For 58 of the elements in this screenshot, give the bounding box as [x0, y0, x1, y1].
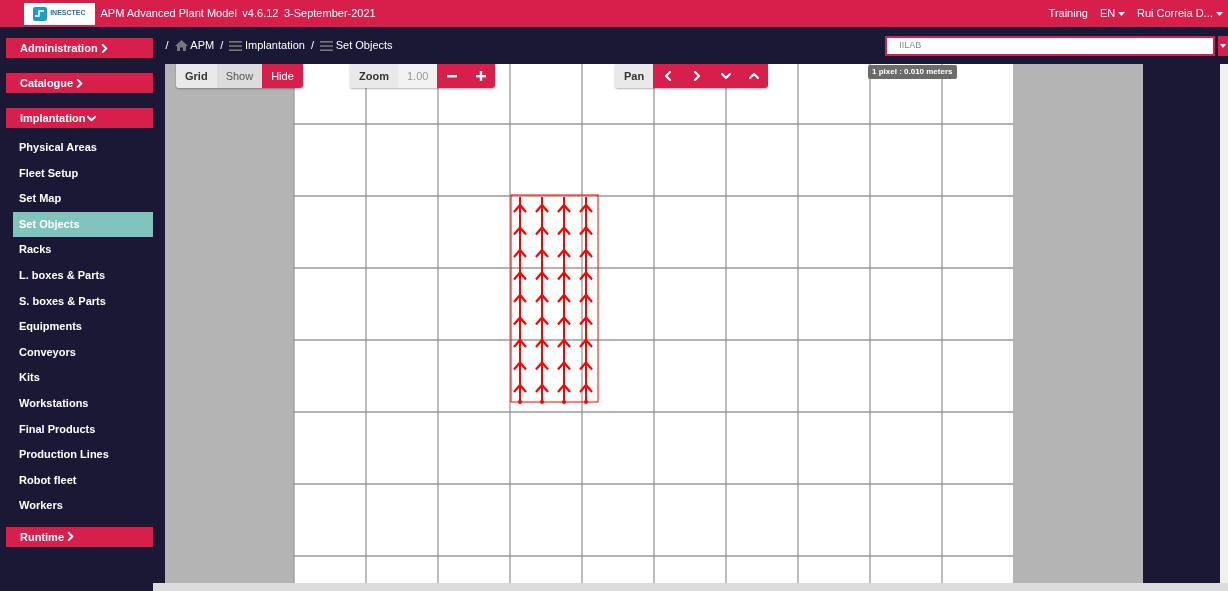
sidebar-section-button[interactable]: Catalogue: [6, 73, 153, 93]
header-menu-link[interactable]: Rui Correia D...: [1136, 5, 1223, 22]
zoom-label: Zoom: [350, 64, 398, 88]
chevron-icon: [749, 71, 760, 81]
breadcrumb-link[interactable]: Implantation: [229, 37, 305, 54]
chevron-icon: [662, 71, 673, 81]
sidebar-item[interactable]: Robot fleet: [13, 467, 153, 494]
header-menu-link[interactable]: EN: [1099, 5, 1125, 22]
sidebar-item[interactable]: Set Map: [13, 186, 153, 212]
sidebar-section-button[interactable]: Administration: [6, 38, 153, 58]
sidebar-item[interactable]: Physical Areas: [13, 135, 153, 161]
sidebar-item[interactable]: Racks: [13, 237, 153, 263]
sidebar-item[interactable]: Production Lines: [13, 442, 153, 468]
zoom-in-button[interactable]: [466, 64, 496, 88]
scale-label: 1 pixel : 0.010 meters: [868, 65, 957, 79]
vertical-scrollbar[interactable]: [1220, 64, 1228, 583]
horizontal-scrollbar[interactable]: [153, 583, 1228, 591]
home-icon: [174, 40, 188, 51]
sidebar-item[interactable]: S. boxes & Parts: [13, 288, 153, 315]
chevron-icon: [691, 71, 702, 81]
breadcrumb-separator: /: [220, 38, 224, 54]
sidebar-section-button[interactable]: Runtime: [6, 526, 153, 547]
date-label: 3-September-2021: [283, 6, 376, 22]
app-title: APM Advanced Plant Model: [100, 6, 237, 22]
version-label: v4.6.12: [242, 6, 279, 22]
caret-icon: [1117, 11, 1125, 16]
caret-icon: [1220, 43, 1226, 48]
sidebar-item[interactable]: Workstations: [13, 390, 153, 417]
menu-icon: [319, 40, 333, 51]
sidebar-item[interactable]: L. boxes & Parts: [13, 262, 153, 289]
pan-button[interactable]: [740, 64, 769, 88]
grid-toggle-button[interactable]: Show: [216, 64, 263, 88]
breadcrumb-separator: /: [310, 38, 314, 54]
site-select-field[interactable]: IILAB: [885, 35, 1216, 56]
object-arrows-drawing[interactable]: [510, 194, 599, 404]
dropdown-toggle-button[interactable]: [1218, 35, 1228, 56]
sidebar-item[interactable]: Equipments: [13, 314, 153, 340]
breadcrumb-link[interactable]: Set Objects: [319, 37, 393, 54]
grid-toggle-button[interactable]: Hide: [262, 64, 303, 88]
sidebar-item[interactable]: Final Products: [13, 416, 153, 443]
breadcrumb-link[interactable]: APM: [174, 37, 215, 54]
breadcrumb-separator: /: [165, 38, 169, 54]
zoom-out-button[interactable]: [437, 64, 467, 88]
sidebar-item[interactable]: Fleet Setup: [13, 160, 153, 187]
sidebar-item[interactable]: Workers: [13, 493, 153, 519]
sidebar-item[interactable]: Conveyors: [13, 339, 153, 366]
plus-icon: [475, 71, 486, 81]
zoom-value: 1.00: [397, 64, 438, 88]
sidebar-section-button[interactable]: Implantation: [6, 108, 153, 128]
sidebar-item[interactable]: Kits: [13, 365, 153, 391]
header-menu-link[interactable]: Training: [1048, 5, 1088, 22]
chevron-icon: [720, 71, 731, 81]
logo-icon: [33, 6, 48, 21]
pan-button[interactable]: [653, 64, 683, 88]
grid-label: Grid: [176, 64, 217, 88]
menu-icon: [229, 40, 243, 51]
pan-label: Pan: [615, 64, 654, 88]
caret-icon: [1215, 11, 1223, 16]
